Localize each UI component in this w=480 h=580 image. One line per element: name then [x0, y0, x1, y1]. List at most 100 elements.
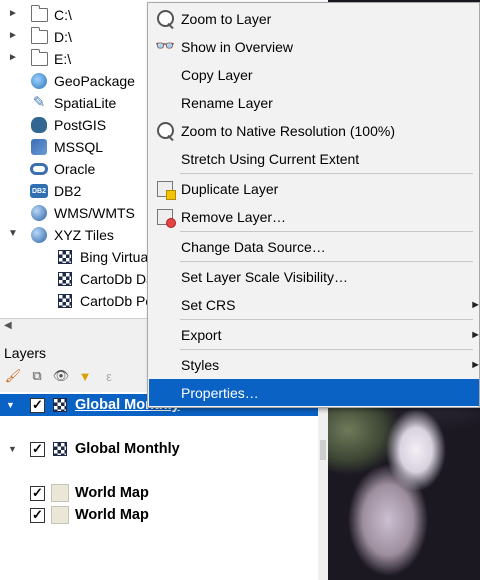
tile-icon: [56, 270, 74, 288]
menu-item-rename-layer[interactable]: Rename Layer: [149, 89, 479, 116]
horizontal-scrollbar[interactable]: ◀: [0, 318, 148, 335]
remove-layer-icon: [154, 206, 176, 228]
menu-item-label: Set CRS: [181, 296, 236, 313]
tree-item-xyz-tiles[interactable]: ▼ XYZ Tiles: [8, 224, 114, 246]
tree-item-db2[interactable]: DB2 DB2: [30, 180, 81, 202]
menu-separator: [180, 261, 473, 262]
menu-item-styles[interactable]: Styles ►: [149, 351, 480, 378]
layer-visibility-checkbox[interactable]: ✓: [30, 397, 45, 413]
add-group-icon[interactable]: ⧉: [28, 367, 46, 385]
menu-item-set-crs[interactable]: Set CRS ►: [149, 291, 480, 318]
menu-item-copy-layer[interactable]: Copy Layer: [149, 61, 479, 88]
zoom-to-layer-icon: [154, 8, 176, 30]
layer-name: Global Monthly: [75, 441, 180, 457]
menu-item-label: Rename Layer: [181, 94, 273, 111]
geopackage-icon: [30, 72, 48, 90]
duplicate-layer-icon: [154, 178, 176, 200]
tree-item-c-drive[interactable]: ► C:\: [8, 4, 72, 26]
menu-item-scale-visibility[interactable]: Set Layer Scale Visibility…: [149, 263, 479, 290]
tree-item-wms-wmts[interactable]: WMS/WMTS: [30, 202, 135, 224]
glasses-icon: 👓: [155, 37, 175, 55]
globe-icon: [30, 204, 48, 222]
menu-item-duplicate-layer[interactable]: Duplicate Layer: [149, 175, 479, 202]
folder-icon: [30, 27, 48, 46]
tile-icon: [56, 292, 74, 310]
layer-row[interactable]: ✓ World Map: [30, 482, 149, 504]
oracle-icon: [30, 160, 48, 178]
menu-item-label: Remove Layer…: [181, 208, 287, 225]
tree-item-e-drive[interactable]: ► E:\: [8, 48, 71, 70]
menu-separator: [180, 231, 473, 232]
collapse-arrow-icon[interactable]: ▼: [8, 228, 18, 239]
tree-item-label: WMS/WMTS: [54, 205, 135, 221]
zoom-native-icon: [154, 120, 176, 142]
raster-swatch-icon: [51, 484, 69, 502]
menu-item-label: Copy Layer: [181, 66, 253, 83]
menu-item-export[interactable]: Export ►: [149, 321, 480, 348]
tree-item-label: C:\: [54, 7, 72, 23]
postgis-icon: [30, 116, 48, 134]
layer-visibility-checkbox[interactable]: ✓: [30, 441, 45, 457]
menu-item-label: Styles: [181, 356, 220, 373]
layers-tree: ▼ ✓ Global Monthly ▼ ✓ Global Monthly ✓ …: [0, 392, 328, 580]
eye-icon[interactable]: 👁: [52, 367, 70, 385]
tree-item-label: DB2: [54, 183, 82, 199]
tree-item-oracle[interactable]: Oracle: [30, 158, 95, 180]
submenu-arrow-icon: ►: [470, 328, 480, 341]
tile-icon: [51, 440, 69, 458]
style-brush-icon[interactable]: 🖌: [4, 367, 22, 385]
mssql-icon: [30, 138, 48, 156]
expand-arrow-icon[interactable]: ►: [8, 30, 18, 41]
layers-panel-title: Layers: [4, 345, 47, 361]
raster-swatch-icon: [51, 506, 69, 524]
tree-item-spatialite[interactable]: ✎ SpatiaLite: [30, 92, 117, 114]
menu-item-zoom-native[interactable]: Zoom to Native Resolution (100%): [149, 117, 479, 144]
expand-arrow-icon[interactable]: ►: [8, 8, 18, 19]
menu-item-label: Show in Overview: [181, 38, 294, 55]
tile-icon: [56, 248, 74, 266]
tree-item-label: SpatiaLite: [54, 95, 117, 111]
layer-name: World Map: [75, 485, 149, 501]
scroll-left-icon[interactable]: ◀: [4, 320, 12, 331]
scrollbar-thumb[interactable]: [320, 440, 326, 460]
layer-row[interactable]: ▼ ✓ Global Monthly: [0, 438, 180, 460]
tree-item-label: MSSQL: [54, 139, 104, 155]
menu-separator: [180, 319, 473, 320]
tree-item-d-drive[interactable]: ► D:\: [8, 26, 72, 48]
vertical-scrollbar[interactable]: [318, 398, 328, 580]
collapse-arrow-icon[interactable]: ▼: [6, 400, 15, 410]
tree-item-postgis[interactable]: PostGIS: [30, 114, 106, 136]
menu-item-change-data-source[interactable]: Change Data Source…: [149, 233, 479, 260]
tree-item-label: PostGIS: [54, 117, 107, 133]
menu-item-label: Set Layer Scale Visibility…: [181, 268, 349, 285]
globe-icon: [30, 226, 48, 244]
menu-separator: [180, 173, 473, 174]
menu-item-label: Zoom to Layer: [181, 10, 272, 27]
db2-icon: DB2: [30, 182, 48, 200]
menu-item-stretch-extent[interactable]: Stretch Using Current Extent: [149, 145, 479, 172]
menu-item-remove-layer[interactable]: Remove Layer…: [149, 203, 479, 230]
expand-arrow-icon[interactable]: ►: [8, 52, 18, 63]
menu-item-zoom-to-layer[interactable]: Zoom to Layer: [149, 5, 479, 32]
menu-item-label: Duplicate Layer: [181, 180, 279, 197]
tile-icon: [51, 396, 69, 414]
filter-icon[interactable]: ▼: [76, 367, 94, 385]
tree-item-label: Oracle: [54, 161, 96, 177]
tree-item-geopackage[interactable]: GeoPackage: [30, 70, 135, 92]
menu-item-label: Export: [181, 326, 222, 343]
submenu-arrow-icon: ►: [470, 358, 480, 371]
menu-item-show-in-overview[interactable]: 👓 Show in Overview: [149, 33, 479, 60]
tree-item-mssql[interactable]: MSSQL: [30, 136, 103, 158]
layer-visibility-checkbox[interactable]: ✓: [30, 507, 45, 523]
folder-icon: [30, 49, 48, 68]
menu-item-label: Stretch Using Current Extent: [181, 150, 360, 167]
menu-item-properties[interactable]: Properties…: [149, 379, 479, 406]
expression-icon[interactable]: ε: [100, 367, 118, 385]
collapse-arrow-icon[interactable]: ▼: [8, 444, 17, 454]
layer-name: World Map: [75, 507, 149, 523]
layer-context-menu: Zoom to Layer 👓 Show in Overview Copy La…: [147, 2, 480, 408]
folder-icon: [30, 5, 48, 24]
layer-row[interactable]: ✓ World Map: [30, 504, 149, 526]
layer-visibility-checkbox[interactable]: ✓: [30, 485, 45, 501]
layers-toolbar: 🖌 ⧉ 👁 ▼ ε: [4, 366, 118, 386]
